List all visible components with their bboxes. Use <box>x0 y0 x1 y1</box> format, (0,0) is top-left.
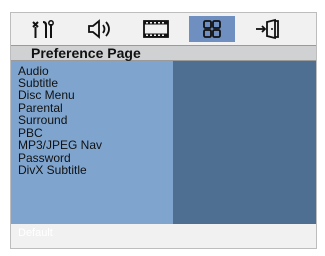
tab-exit[interactable] <box>245 16 291 42</box>
tab-bar <box>11 13 316 45</box>
menu-item-default[interactable]: Default <box>18 227 53 239</box>
exit-icon <box>256 18 279 40</box>
tab-video-setup[interactable] <box>133 16 179 42</box>
page-title-bar: Preference Page <box>11 45 316 61</box>
tab-preference-page[interactable] <box>189 16 235 42</box>
general-setup-icon <box>32 20 54 38</box>
audio-setup-icon <box>88 19 110 39</box>
tab-general-setup[interactable] <box>21 16 67 42</box>
menu-list: Audio Subtitle Disc Menu Parental Surrou… <box>11 61 173 224</box>
menu-item-divx-subtitle[interactable]: DivX Subtitle <box>18 164 87 177</box>
preference-page-icon <box>203 20 221 38</box>
video-setup-icon <box>143 20 169 38</box>
page-title: Preference Page <box>31 45 141 61</box>
setup-menu-panel: Preference Page Audio Subtitle Disc Menu… <box>10 12 317 249</box>
footer-bar: Default <box>11 224 316 248</box>
value-pane <box>173 61 316 224</box>
tab-audio-setup[interactable] <box>77 16 123 42</box>
